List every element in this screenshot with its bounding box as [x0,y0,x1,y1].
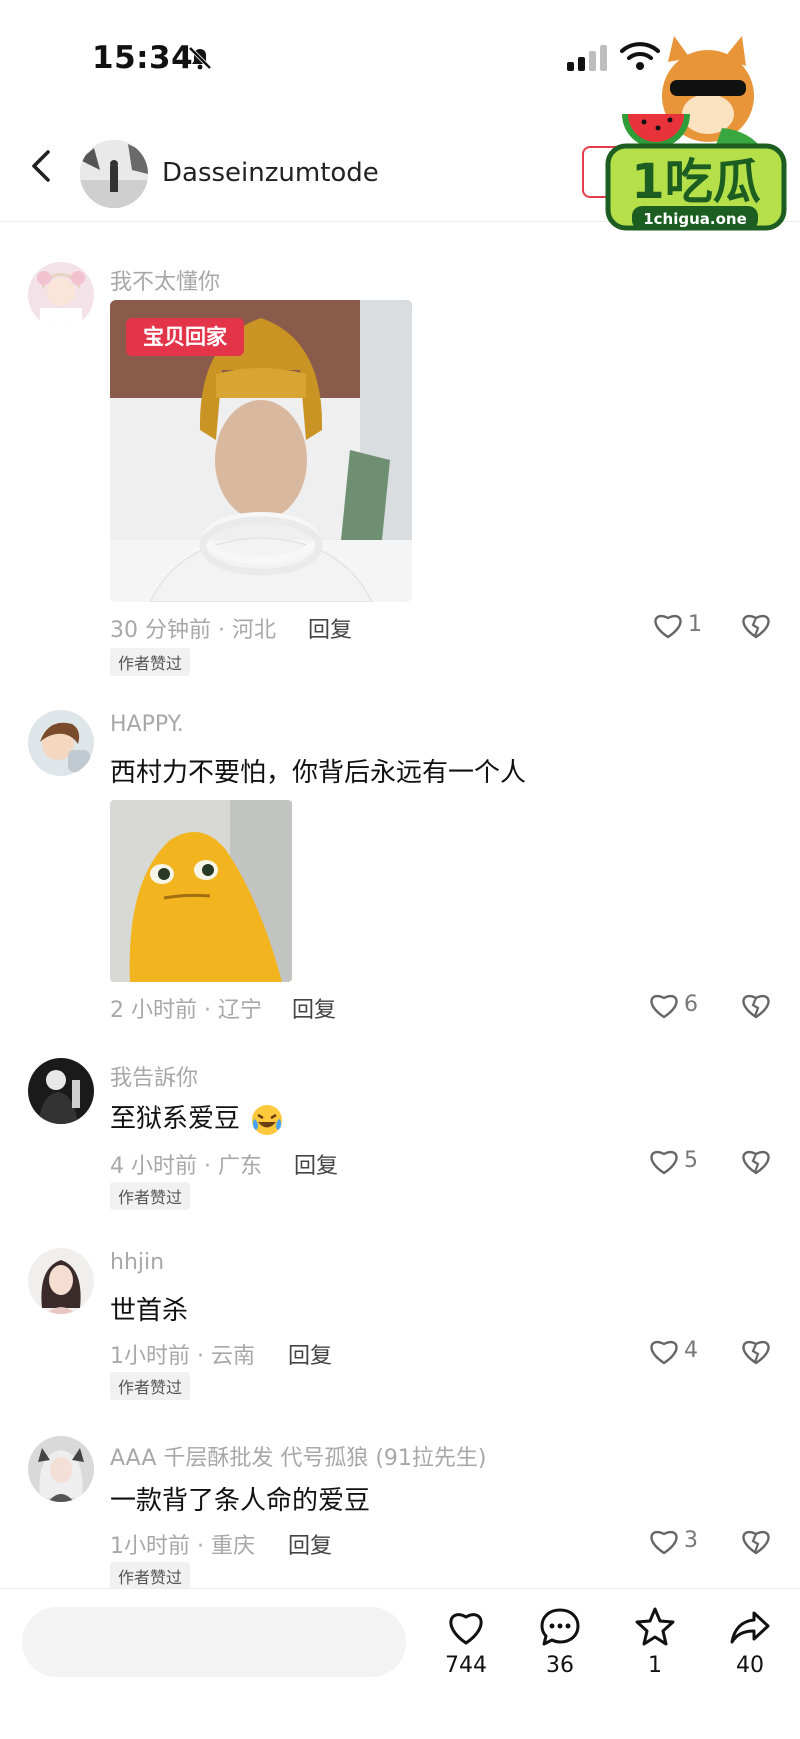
commenter-avatar[interactable] [28,1248,94,1314]
author-avatar[interactable] [80,140,148,208]
commenter-avatar[interactable] [28,1058,94,1124]
reply-button[interactable]: 回复 [308,612,352,644]
reply-button[interactable]: 回复 [288,1338,332,1370]
comment-item: 我不太懂你 宝贝回家 30 分钟前 · 河北 回复 1 作者赞过 [0,230,800,680]
comment-meta: 30 分钟前 · 河北 [110,618,276,643]
commenter-name[interactable]: hhjin [110,1250,164,1275]
commenter-avatar[interactable] [28,1436,94,1502]
comment-input[interactable] [22,1607,406,1677]
bell-muted-icon [188,46,212,70]
logo-text: 1吃瓜 [631,154,760,210]
comment-meta: 2 小时前 · 辽宁 [110,998,262,1023]
author-name[interactable]: Dasseinzumtode [162,158,379,188]
status-time: 15:34 [92,40,194,76]
author-liked-badge: 作者赞过 [110,1182,191,1210]
like-count: 5 [684,1148,698,1173]
comment-text: 西村力不要怕，你背后永远有一个人 [110,758,527,788]
meme-caption: 宝贝回家 [143,325,228,349]
author-liked-badge: 作者赞过 [110,648,191,676]
comment-meta: 1小时前 · 云南 [110,1344,255,1369]
reply-button[interactable]: 回复 [292,992,336,1024]
comment-item: 我告訴你 至狱系爱豆 4 小时前 · 广东 回复 5 作者赞过 [0,1040,800,1240]
commenter-name[interactable]: 我不太懂你 [110,264,220,296]
comment-item: HAPPY. 西村力不要怕，你背后永远有一个人 2 小时前 · 辽宁 回复 6 [0,680,800,1040]
broken-heart-icon[interactable] [740,1146,772,1176]
post-comment-count: 36 [546,1653,574,1678]
commenter-avatar[interactable] [28,710,94,776]
meme-image[interactable] [110,800,292,982]
heart-icon[interactable] [652,610,684,640]
like-post-button[interactable]: 744 [436,1605,496,1678]
commenter-name[interactable]: HAPPY. [110,712,184,737]
laughing-crying-emoji-icon [252,1104,283,1135]
comment-text: 一款背了条人命的爱豆 [110,1486,371,1516]
heart-icon[interactable] [648,990,680,1020]
meme-image[interactable]: 宝贝回家 [110,300,412,602]
share-post-button[interactable]: 40 [720,1605,780,1678]
author-liked-badge: 作者赞过 [110,1372,191,1400]
post-like-count: 744 [445,1653,487,1678]
broken-heart-icon[interactable] [740,990,772,1020]
comment-item: hhjin 世首杀 1小时前 · 云南 回复 4 作者赞过 [0,1240,800,1430]
heart-icon[interactable] [648,1526,680,1556]
commenter-avatar[interactable] [28,262,94,328]
comment-meta: 4 小时前 · 广东 [110,1154,262,1179]
broken-heart-icon[interactable] [740,610,772,640]
cellular-signal-icon [567,45,607,71]
comment-text: 世首杀 [110,1296,189,1326]
star-icon [635,1607,675,1646]
comment-item: AAA 千层酥批发 代号孤狼 (91拉先生) 一款背了条人命的爱豆 1小时前 ·… [0,1430,800,1590]
logo-subtext: 1chigua.one [643,210,747,228]
comment-text-content: 至狱系爱豆 [110,1104,241,1134]
post-share-count: 40 [736,1653,764,1678]
commenter-name[interactable]: AAA 千层酥批发 代号孤狼 (91拉先生) [110,1440,487,1472]
broken-heart-icon[interactable] [740,1526,772,1556]
heart-icon[interactable] [648,1146,680,1176]
reply-button[interactable]: 回复 [288,1528,332,1560]
heart-icon[interactable] [648,1336,680,1366]
broken-heart-icon[interactable] [740,1336,772,1366]
comment-post-button[interactable]: 36 [530,1605,590,1678]
like-count: 6 [684,992,698,1017]
post-favorite-count: 1 [648,1653,662,1678]
heart-icon [449,1613,483,1645]
like-count: 1 [688,612,702,637]
back-arrow-icon[interactable] [26,146,56,186]
author-liked-badge: 作者赞过 [110,1562,191,1590]
like-count: 3 [684,1528,698,1553]
comment-text: 至狱系爱豆 [110,1098,284,1137]
share-arrow-icon [730,1611,770,1644]
comment-meta: 1小时前 · 重庆 [110,1534,255,1559]
watermark-logo: 1吃瓜 1chigua.one [604,36,790,244]
favorite-post-button[interactable]: 1 [625,1605,685,1678]
reply-button[interactable]: 回复 [294,1148,338,1180]
comment-bubble-icon [540,1608,580,1646]
bottom-action-bar: 744 36 1 40 [0,1588,800,1739]
commenter-name[interactable]: 我告訴你 [110,1060,198,1092]
like-count: 4 [684,1338,698,1363]
